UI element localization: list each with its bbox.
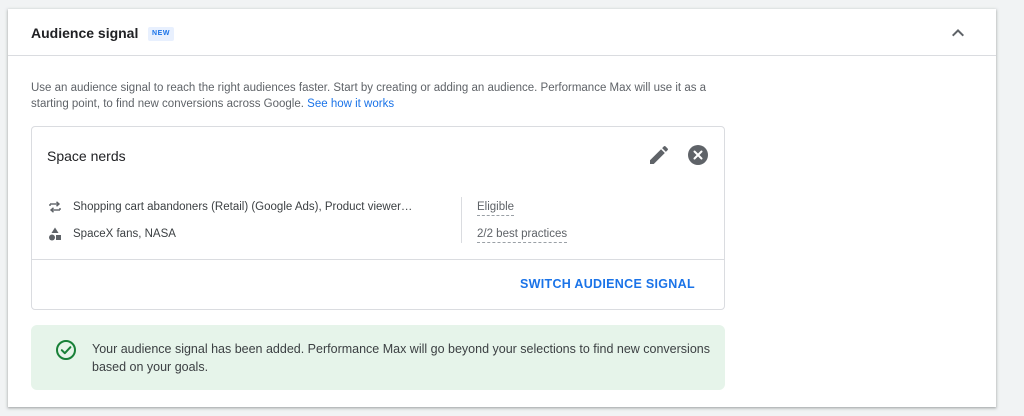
interests-text: SpaceX fans, NASA — [73, 228, 176, 240]
collapse-button[interactable] — [946, 21, 970, 45]
repeat-icon — [47, 199, 63, 215]
see-how-it-works-link[interactable]: See how it works — [307, 98, 394, 110]
chevron-up-icon — [952, 29, 964, 37]
vertical-divider — [461, 197, 462, 243]
pencil-icon — [650, 145, 669, 164]
best-practices-status[interactable]: 2/2 best practices — [477, 226, 568, 243]
segments-text: Shopping cart abandoners (Retail) (Googl… — [73, 201, 413, 213]
success-message: Your audience signal has been added. Per… — [92, 342, 710, 374]
audience-signal-panel: Audience signal NEW Use an audience sign… — [8, 9, 996, 407]
success-banner: Your audience signal has been added. Per… — [31, 325, 725, 390]
signal-name: Space nerds — [47, 148, 126, 164]
remove-button[interactable] — [686, 143, 710, 167]
audience-signal-card: Space nerds Shopping cart abandoners (Re… — [31, 126, 725, 310]
shapes-icon — [47, 226, 63, 242]
edit-button[interactable] — [647, 143, 671, 167]
card-divider — [32, 259, 724, 260]
new-badge: NEW — [148, 27, 175, 41]
check-circle-icon — [55, 339, 77, 361]
close-circle-icon — [688, 145, 708, 165]
panel-header[interactable]: Audience signal NEW — [8, 9, 996, 56]
panel-title: Audience signal — [31, 25, 139, 41]
eligibility-status[interactable]: Eligible — [477, 199, 515, 216]
description: Use an audience signal to reach the righ… — [31, 80, 731, 112]
switch-audience-signal-button[interactable]: SWITCH AUDIENCE SIGNAL — [520, 275, 695, 293]
